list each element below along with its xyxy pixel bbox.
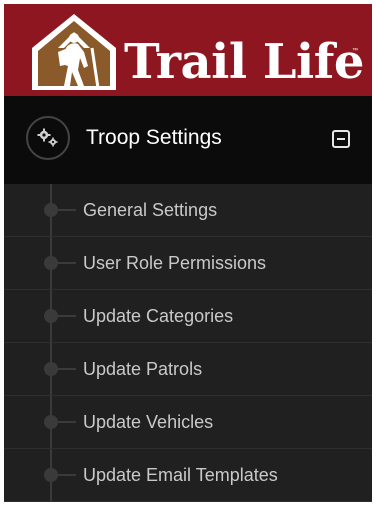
section-title: Troop Settings (86, 126, 222, 149)
menu-item-label: Update Categories (83, 306, 234, 326)
tree-branch-line (56, 474, 76, 476)
sidebar-menu: Troop Settings General Settings User Rol… (4, 96, 372, 502)
trail-life-logo-icon (32, 14, 116, 90)
tree-branch-line (56, 421, 76, 423)
menu-item-label: Update Vehicles (83, 412, 214, 432)
section-header-troop-settings[interactable]: Troop Settings (4, 96, 372, 184)
tree-branch-line (56, 209, 76, 211)
menu-item-label: Update Email Templates (83, 465, 278, 485)
menu-item-label: User Role Permissions (83, 253, 267, 273)
menu-item-update-categories[interactable]: Update Categories (4, 290, 372, 343)
menu-item-user-role-permissions[interactable]: User Role Permissions (4, 237, 372, 290)
collapse-square-icon[interactable] (332, 130, 350, 148)
menu-item-update-vehicles[interactable]: Update Vehicles (4, 396, 372, 449)
menu-item-general-settings[interactable]: General Settings (4, 184, 372, 237)
trademark-mark: ™ (352, 48, 358, 54)
menu-item-update-patrols[interactable]: Update Patrols (4, 343, 372, 396)
tree-branch-line (56, 262, 76, 264)
brand-name: Trail Life (124, 34, 364, 90)
menu-item-label: Update Patrols (83, 359, 203, 379)
menu-item-update-email-templates[interactable]: Update Email Templates (4, 449, 372, 502)
app-frame: Trail Life ™ Troop Settings General Sett… (4, 4, 372, 502)
menu-items-list: General Settings User Role Permissions U… (4, 184, 372, 502)
menu-item-label: General Settings (83, 200, 218, 220)
gears-icon (26, 116, 70, 160)
brand-header: Trail Life ™ (4, 4, 372, 96)
tree-branch-line (56, 368, 76, 370)
tree-branch-line (56, 315, 76, 317)
